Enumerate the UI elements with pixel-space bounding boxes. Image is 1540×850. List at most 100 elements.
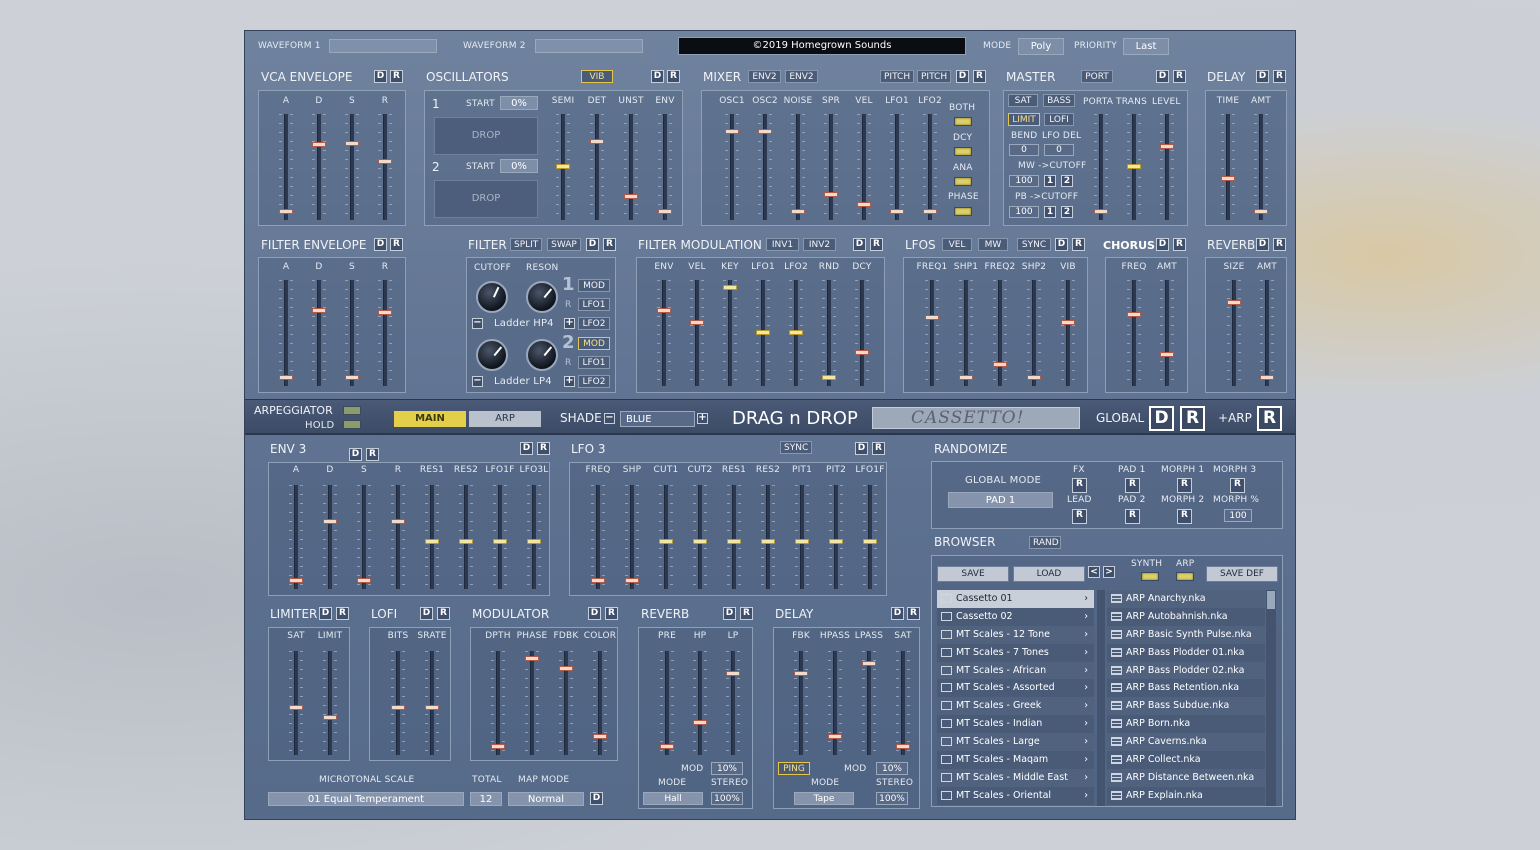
filter2-next-icon[interactable]: + <box>564 376 575 387</box>
fenv-fader-cap-4[interactable] <box>378 310 392 315</box>
lfos-fader-2[interactable] <box>959 280 973 386</box>
lfo3-fader-8[interactable] <box>829 485 843 589</box>
reverbbot-fader-2[interactable] <box>693 651 707 755</box>
reverb-bottom-default-button[interactable]: D <box>723 607 736 620</box>
master-fader-2[interactable] <box>1127 114 1141 220</box>
pb-cutoff-2-button[interactable]: 2 <box>1061 206 1073 218</box>
file-item[interactable]: ARP Distance Between.nka <box>1107 768 1265 787</box>
lfo-del-value[interactable]: 0 <box>1044 144 1074 156</box>
osc-fader-cap-3[interactable] <box>624 194 638 199</box>
browser-save-button[interactable]: SAVE <box>937 566 1009 582</box>
chorus-fader-2[interactable] <box>1160 280 1174 386</box>
rand-morphpct-value[interactable]: 100 <box>1224 509 1252 522</box>
file-item[interactable]: ARP Bass Subdue.nka <box>1107 697 1265 716</box>
mixer-fader-6[interactable] <box>890 114 904 220</box>
osc-fader-1[interactable] <box>556 114 570 220</box>
fenv-fader-3[interactable] <box>345 280 359 386</box>
filter1-type[interactable]: Ladder HP4 <box>494 318 554 329</box>
lfo3-fader-5[interactable] <box>727 485 741 589</box>
reverbbot-fader-cap-2[interactable] <box>693 719 707 725</box>
limiter-default-button[interactable]: D <box>319 607 332 620</box>
reverbbot-fader-cap-1[interactable] <box>660 744 674 750</box>
arpeggiator-toggle[interactable] <box>343 406 361 415</box>
delay-fader-2[interactable] <box>1254 114 1268 220</box>
rand-morph3-button[interactable]: R <box>1230 478 1245 493</box>
delaybot-fader-cap-3[interactable] <box>862 660 876 666</box>
reverbtop-fader-cap-2[interactable] <box>1260 375 1274 380</box>
master-sat-button[interactable]: SAT <box>1008 94 1038 107</box>
file-item[interactable]: ARP Anarchy.nka <box>1107 590 1265 608</box>
master-fader-3[interactable] <box>1160 114 1174 220</box>
delaybot-fader-1[interactable] <box>794 651 808 755</box>
mixer-env2-button-1[interactable]: ENV2 <box>748 70 781 83</box>
osc-random-button[interactable]: R <box>667 70 680 83</box>
mixer-phase-toggle[interactable] <box>954 207 972 216</box>
lofi-fader-2[interactable] <box>425 651 439 755</box>
rand-pad1-button[interactable]: R <box>1125 478 1140 493</box>
env3-fader-cap-8[interactable] <box>527 538 541 544</box>
fmod-fader-cap-6[interactable] <box>822 375 836 380</box>
fmod-inv1-button[interactable]: INV1 <box>766 238 799 251</box>
delay-mod-value[interactable]: 10% <box>876 762 908 775</box>
limiter-fader-1[interactable] <box>289 651 303 755</box>
file-item[interactable]: ARP Basic Synth Pulse.nka <box>1107 625 1265 644</box>
modulator-fader-cap-1[interactable] <box>491 744 505 750</box>
mixer-fader-cap-7[interactable] <box>923 209 937 214</box>
browser-save-def-button[interactable]: SAVE DEF <box>1206 566 1278 582</box>
delay-default-button[interactable]: D <box>1256 70 1269 83</box>
mixer-env2-button-2[interactable]: ENV2 <box>785 70 818 83</box>
lfo3-fader-cap-2[interactable] <box>625 578 639 584</box>
reverbtop-fader-2[interactable] <box>1260 280 1274 386</box>
filter2-lfo1-button[interactable]: LFO1 <box>578 356 610 369</box>
reverb-stereo-value[interactable]: 100% <box>711 792 743 805</box>
arp-tab[interactable]: ARP <box>469 411 541 427</box>
fenv-fader-2[interactable] <box>312 280 326 386</box>
lfos-fader-cap-5[interactable] <box>1061 320 1075 325</box>
modulator-random-button[interactable]: R <box>605 607 618 620</box>
micro-default-button[interactable]: D <box>590 792 603 805</box>
master-limit-button[interactable]: LIMIT <box>1008 113 1040 126</box>
vca-fader-2[interactable] <box>312 114 326 220</box>
lfos-fader-3[interactable] <box>993 280 1007 386</box>
file-item[interactable]: ARP Caverns.nka <box>1107 733 1265 752</box>
vca-fader-cap-3[interactable] <box>345 141 359 146</box>
lfos-random-button[interactable]: R <box>1072 238 1085 251</box>
folder-item[interactable]: MT Scales - Greek › <box>937 697 1094 716</box>
delay-mode-select[interactable]: Tape <box>794 792 854 805</box>
folder-item[interactable]: MT Scales - Oriental › <box>937 786 1094 805</box>
mixer-pitch-button-1[interactable]: PITCH <box>880 70 914 83</box>
mixer-pitch-button-2[interactable]: PITCH <box>917 70 951 83</box>
vca-fader-cap-2[interactable] <box>312 142 326 147</box>
modulator-fader-cap-3[interactable] <box>559 665 573 671</box>
mixer-default-button[interactable]: D <box>956 70 969 83</box>
chorus-fader-cap-2[interactable] <box>1160 352 1174 357</box>
filter-random-button[interactable]: R <box>603 238 616 251</box>
lfos-fader-4[interactable] <box>1027 280 1041 386</box>
fenv-fader-cap-3[interactable] <box>345 375 359 380</box>
limiter-fader-2[interactable] <box>323 651 337 755</box>
mixer-fader-cap-2[interactable] <box>758 129 772 134</box>
env3-random-button-a[interactable]: R <box>366 448 379 461</box>
folder-item[interactable]: MT Scales - 7 Tones › <box>937 643 1094 662</box>
delay-bottom-random-button[interactable]: R <box>907 607 920 620</box>
fenv-fader-4[interactable] <box>378 280 392 386</box>
delay-bottom-default-button[interactable]: D <box>891 607 904 620</box>
file-scrollbar-thumb[interactable] <box>1267 591 1275 609</box>
mixer-fader-cap-4[interactable] <box>824 192 838 197</box>
fmod-fader-cap-2[interactable] <box>690 320 704 325</box>
folder-item[interactable]: MT Scales - 12 Tone › <box>937 625 1094 644</box>
lfo3-sync-button[interactable]: SYNC <box>780 441 812 454</box>
mixer-both-toggle[interactable] <box>954 117 972 126</box>
lfo3-fader-cap-8[interactable] <box>829 538 843 544</box>
master-fader-cap-1[interactable] <box>1094 209 1108 214</box>
file-item[interactable]: ARP Bass Plodder 02.nka <box>1107 661 1265 680</box>
fmod-fader-3[interactable] <box>723 280 737 386</box>
modulator-default-button[interactable]: D <box>588 607 601 620</box>
env3-fader-cap-1[interactable] <box>289 578 303 584</box>
fmod-fader-7[interactable] <box>855 280 869 386</box>
chorus-fader-1[interactable] <box>1127 280 1141 386</box>
fmod-fader-cap-1[interactable] <box>657 308 671 313</box>
folder-item[interactable]: MT Scales - Assorted › <box>937 679 1094 698</box>
lfos-fader-5[interactable] <box>1061 280 1075 386</box>
env3-default-button-a[interactable]: D <box>349 448 362 461</box>
